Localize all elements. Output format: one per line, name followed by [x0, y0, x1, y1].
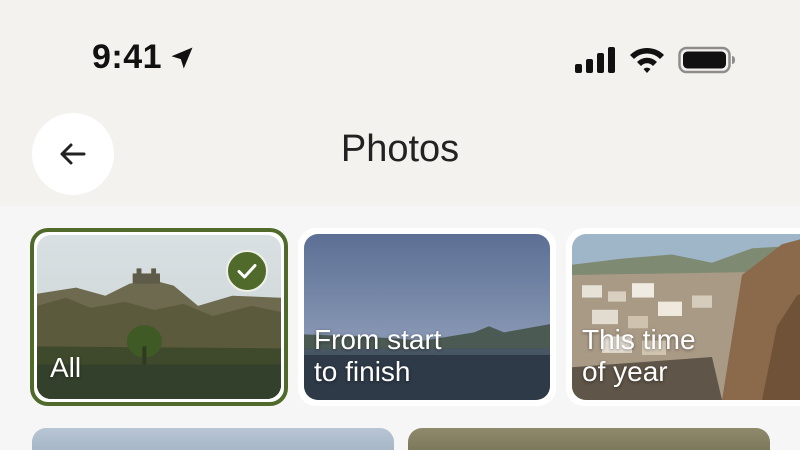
page-title: Photos: [340, 128, 460, 170]
album-card-all[interactable]: All: [30, 228, 288, 406]
album-list: All From start to finish This time of ye…: [0, 206, 800, 450]
location-arrow-icon: [171, 47, 193, 69]
photos-screen: 9:41 Photos All From start to finish Thi…: [0, 0, 800, 450]
album-card-this-time-of-year[interactable]: This time of year: [566, 228, 800, 406]
album-label-this-time-of-year: This time of year: [582, 324, 696, 387]
album-label-from-start-to-finish: From start to finish: [314, 324, 442, 387]
album-card-partial-1[interactable]: [32, 428, 394, 450]
status-bar: 9:41: [0, 0, 800, 120]
album-card-partial-2[interactable]: [408, 428, 770, 450]
check-icon: [237, 264, 257, 279]
status-time: 9:41: [92, 38, 163, 76]
wifi-icon: [630, 47, 664, 73]
selected-check-badge: [226, 250, 268, 292]
album-label-all: All: [50, 352, 82, 383]
cellular-signal-icon: [575, 47, 615, 73]
battery-full-icon: [678, 46, 735, 74]
album-card-from-start-to-finish[interactable]: From start to finish: [298, 228, 556, 406]
